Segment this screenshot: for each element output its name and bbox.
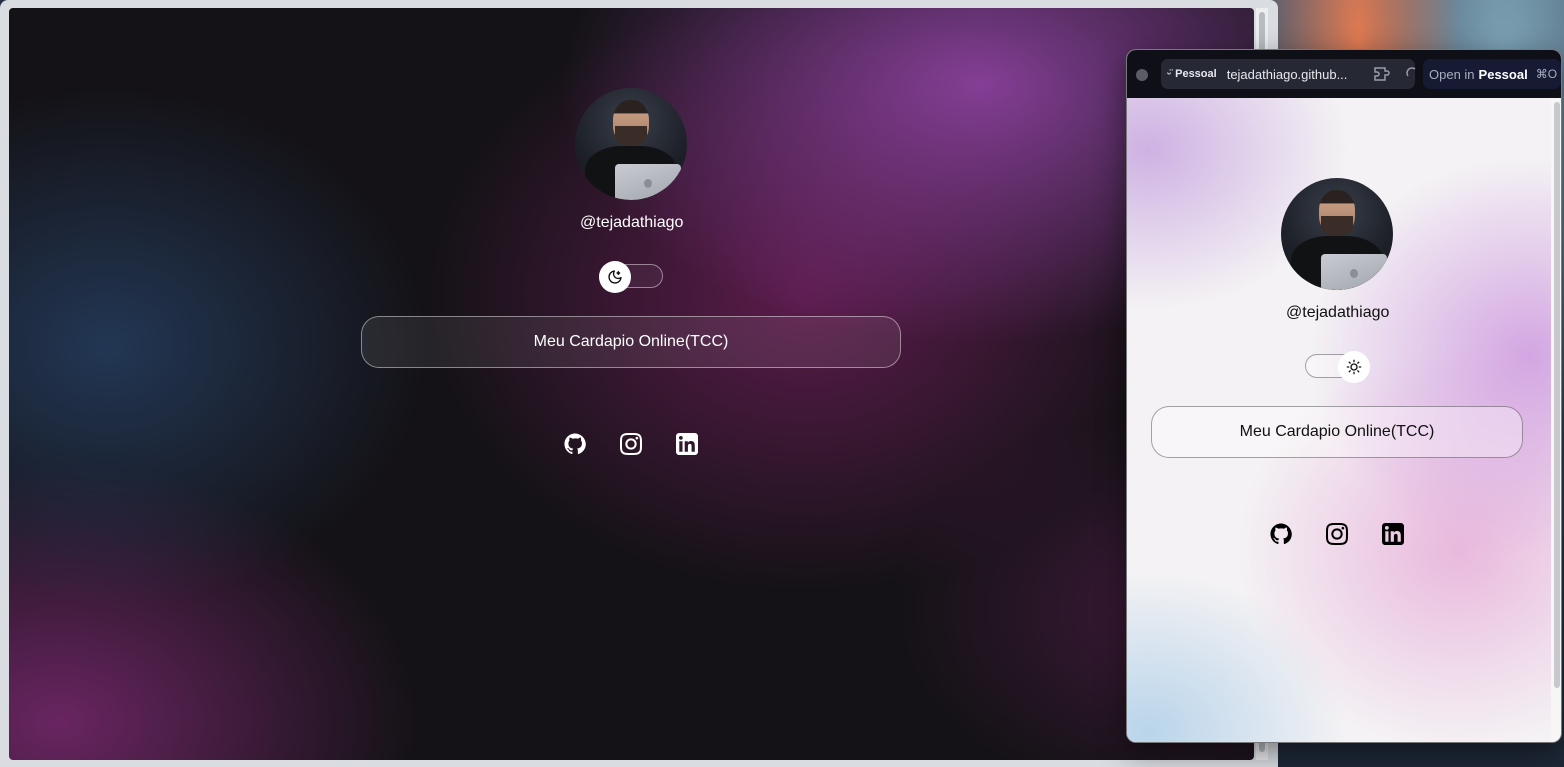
main-browser-window: @tejadathiago Meu Cardapio Online(TCC) (0, 0, 1278, 767)
popup-browser-window: ᵕ̈ Pessoal tejadathiago.github... Open i… (1126, 49, 1562, 743)
popup-page-viewport: @tejadathiago Meu Cardapio Online(TCC) (1127, 98, 1551, 742)
link-button-cardapio[interactable]: Meu Cardapio Online(TCC) (1151, 406, 1523, 458)
github-icon[interactable] (563, 432, 587, 456)
link-button-cardapio[interactable]: Meu Cardapio Online(TCC) (361, 316, 901, 368)
url-bar[interactable]: ᵕ̈ Pessoal tejadathiago.github... (1161, 59, 1417, 89)
github-icon[interactable] (1269, 522, 1293, 546)
instagram-icon[interactable] (1325, 522, 1349, 546)
profile-handle: @tejadathiago (580, 214, 684, 231)
sun-icon (1338, 351, 1370, 383)
popup-scrollbar[interactable] (1551, 98, 1561, 742)
linkedin-icon[interactable] (1381, 522, 1405, 546)
moon-icon (599, 261, 631, 293)
extension-icon[interactable] (1373, 65, 1393, 83)
profile-handle: @tejadathiago (1286, 304, 1390, 321)
url-text: tejadathiago.github... (1226, 66, 1348, 82)
profile-face-icon: ᵕ̈ (1167, 68, 1172, 80)
profile-chip[interactable]: ᵕ̈ Pessoal (1167, 68, 1227, 80)
linkedin-icon[interactable] (675, 432, 699, 456)
theme-toggle[interactable] (599, 261, 663, 293)
instagram-icon[interactable] (619, 432, 643, 456)
close-button[interactable] (1136, 69, 1148, 81)
popup-toolbar: ᵕ̈ Pessoal tejadathiago.github... Open i… (1127, 50, 1561, 98)
main-page-viewport: @tejadathiago Meu Cardapio Online(TCC) (9, 8, 1254, 760)
open-in-button[interactable]: Open in Pessoal ⌘O (1423, 59, 1561, 89)
profile-avatar (1281, 178, 1393, 290)
link-icon[interactable] (1405, 67, 1417, 81)
theme-toggle[interactable] (1305, 351, 1370, 383)
profile-avatar (575, 88, 687, 200)
